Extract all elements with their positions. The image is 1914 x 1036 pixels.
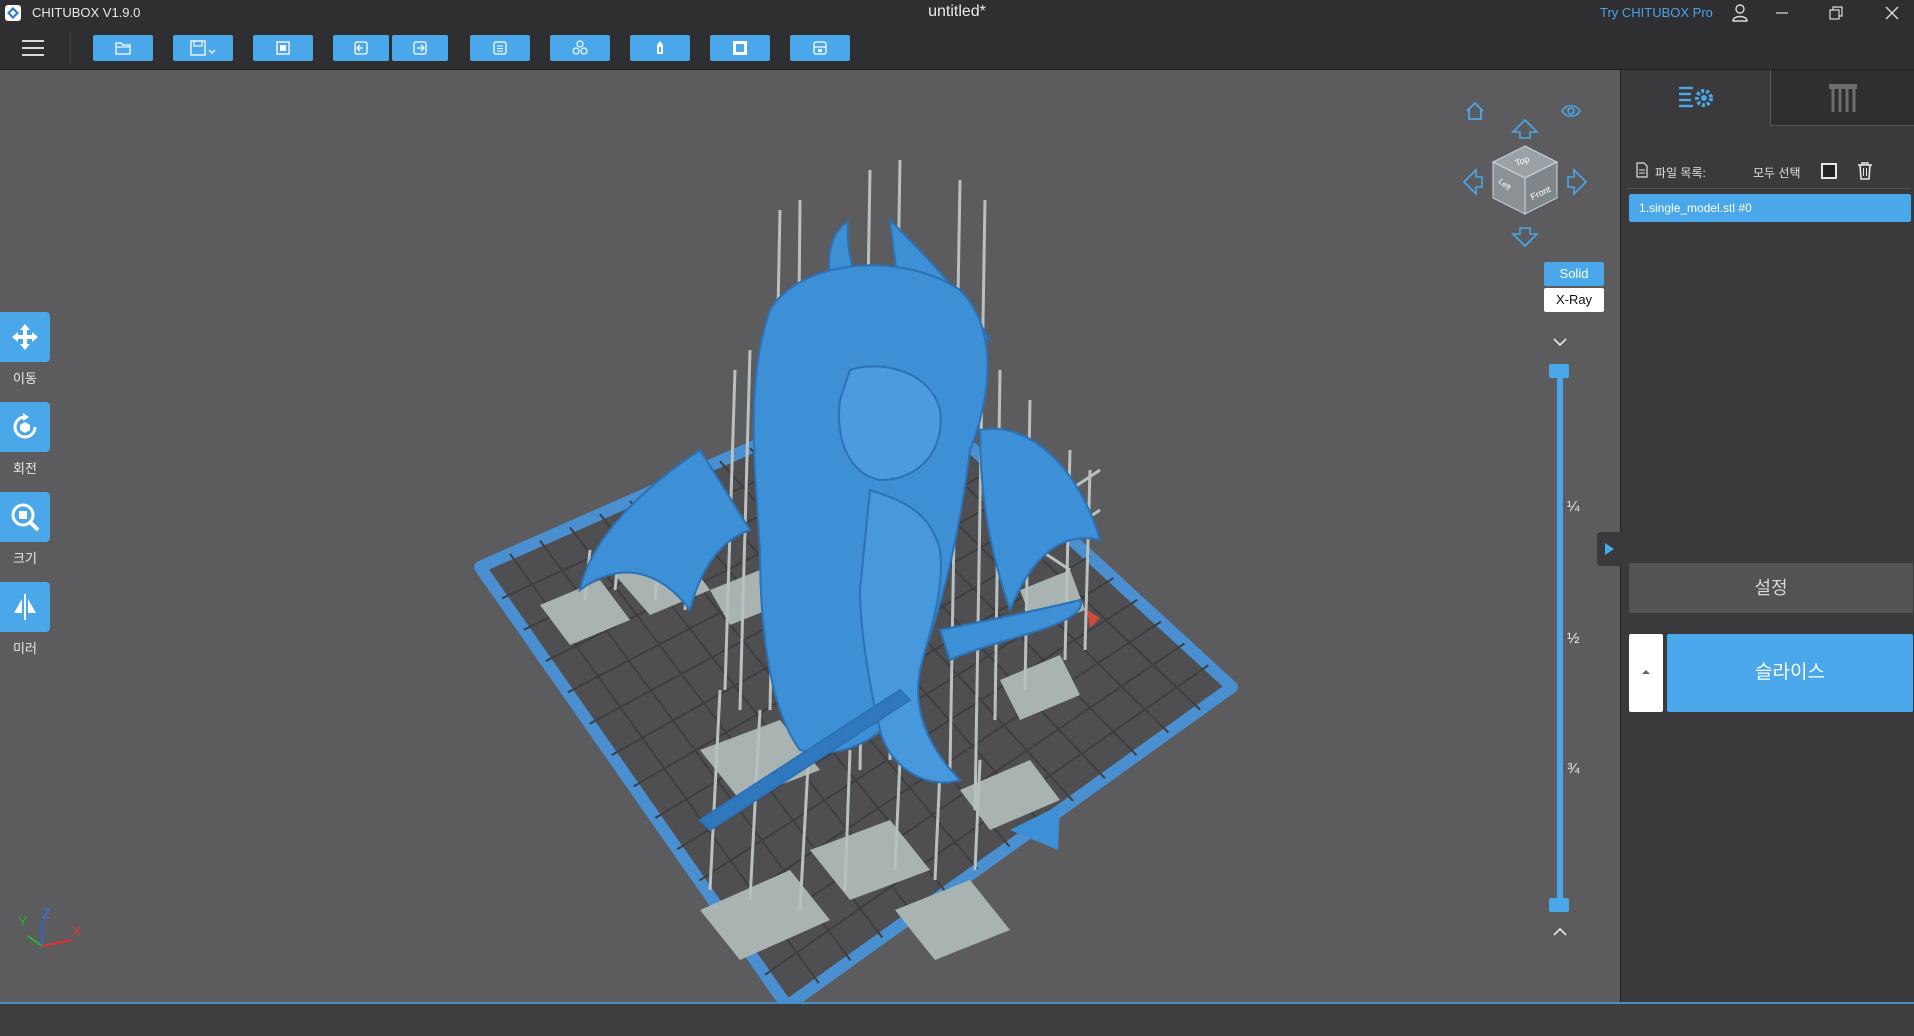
user-icon[interactable] [1731,3,1749,23]
save-button[interactable] [173,35,233,61]
redo-button[interactable] [392,35,448,61]
move-icon [12,324,38,350]
restore-button[interactable] [1814,0,1858,26]
rotate-left-arrow-icon [1462,168,1483,196]
slice-options-button[interactable] [1629,634,1663,712]
print-icon [813,41,827,55]
file-list-divider [1627,188,1911,189]
open-file-button[interactable] [93,35,153,61]
rotate-tool[interactable]: 회전 [0,402,50,477]
document-icon [1636,162,1648,178]
scale-tool[interactable]: 크기 [0,492,50,567]
undo-button[interactable] [333,35,389,61]
view-cube-widget[interactable]: Top Front Left [1460,118,1590,248]
arrange-icon [572,40,588,55]
axis-x-label: X [72,923,82,939]
trash-icon[interactable] [1856,161,1874,181]
support-icon [1829,83,1857,112]
redo-icon [413,41,427,55]
screenshot-icon [276,41,290,55]
move-tool-button[interactable] [0,312,50,362]
solid-mode-button[interactable]: Solid [1544,262,1604,286]
hamburger-menu-button[interactable] [18,36,50,60]
slider-mark-quarter: ¼ [1567,498,1580,515]
undo-icon [354,41,368,55]
file-list-label: 파일 목록: [1655,166,1706,180]
hole-icon [733,41,747,55]
save-icon [190,40,216,56]
axis-indicator: Z Y X [18,906,82,947]
mirror-tool-button[interactable] [0,582,50,632]
rotate-icon [13,413,37,439]
panel-toggle-button[interactable] [1597,532,1621,566]
minimize-button[interactable] [1760,0,1804,26]
try-pro-link[interactable]: Try CHITUBOX Pro [1600,5,1713,20]
settings-list-icon [1678,86,1713,108]
mirror-icon [14,594,36,620]
layout-icon [493,41,507,55]
app-name: CHITUBOX V1.9.0 [32,5,141,20]
xray-mode-button[interactable]: X-Ray [1544,288,1604,312]
title-bar: CHITUBOX V1.9.0 untitled* Try CHITUBOX P… [0,0,1914,26]
dig-hole-button[interactable] [710,35,770,61]
close-icon [1885,6,1899,20]
screenshot-button[interactable] [253,35,313,61]
support-tab[interactable] [1771,70,1914,126]
restore-icon [1829,6,1843,20]
3d-viewport[interactable]: Top Front Left 이동 회전 크기 미러 Z Y X [0,70,1620,1002]
axis-y-label: Y [18,913,28,929]
chevron-up-icon[interactable] [1550,924,1570,940]
scale-tool-label: 크기 [13,551,37,566]
select-all-checkbox[interactable] [1821,163,1837,179]
settings-button[interactable]: 설정 [1629,563,1913,613]
main-toolbar [0,26,1914,70]
close-button[interactable] [1870,0,1914,26]
chevron-down-icon[interactable] [1550,334,1570,350]
mirror-tool[interactable]: 미러 [0,582,50,657]
slider-mark-half: ½ [1567,630,1580,647]
right-panel: 파일 목록: 모두 선택 1.single_model.stl #0 설정 슬라… [1597,70,1914,1002]
move-tool[interactable]: 이동 [0,312,50,387]
settings-tab[interactable] [1621,70,1771,126]
slider-mark-three-quarter: ¾ [1567,760,1580,777]
select-all-label: 모두 선택 [1753,166,1801,180]
folder-icon [115,42,131,55]
rotate-right-arrow-icon [1567,168,1588,196]
chevron-right-icon [1605,543,1614,555]
view-cube[interactable] [1460,118,1590,248]
minimize-icon [1776,12,1788,14]
app-logo-icon [5,5,21,21]
rotate-down-arrow-icon [1511,227,1539,248]
print-button[interactable] [790,35,850,61]
rotate-tool-button[interactable] [0,402,50,452]
status-bar [0,1002,1914,1036]
move-tool-label: 이동 [13,371,37,386]
hollow-button[interactable] [630,35,690,61]
toolbar-divider [70,32,71,64]
layer-slider-track[interactable] [1557,368,1563,906]
axis-z-label: Z [42,906,51,921]
hollow-icon [657,41,663,54]
layer-slider-bottom-handle[interactable] [1549,898,1569,912]
layer-slider-top-handle[interactable] [1549,364,1569,378]
layout-button[interactable] [470,35,530,61]
arrange-button[interactable] [550,35,610,61]
slice-button[interactable]: 슬라이스 [1667,634,1913,712]
rotate-tool-label: 회전 [13,461,37,476]
scale-tool-button[interactable] [0,492,50,542]
caret-up-icon [1642,670,1650,674]
mirror-tool-label: 미러 [13,641,37,656]
rotate-up-arrow-icon [1511,118,1539,139]
model-scene[interactable] [0,70,1620,1002]
file-list-item[interactable]: 1.single_model.stl #0 [1629,194,1911,222]
scale-icon [11,503,40,532]
file-list-header: 파일 목록: 모두 선택 [1621,158,1914,184]
